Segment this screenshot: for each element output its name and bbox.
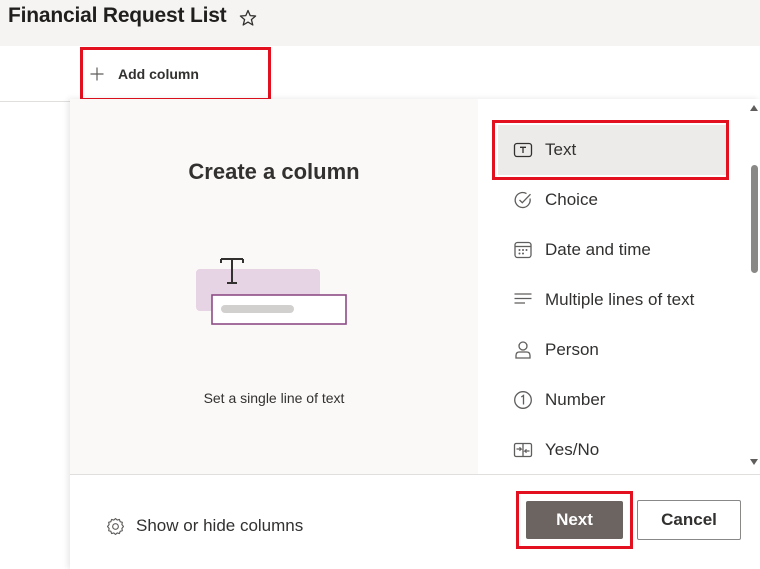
type-option-date-and-time[interactable]: Date and time: [498, 225, 726, 275]
calendar-icon: [514, 241, 532, 259]
type-option-choice[interactable]: Choice: [498, 175, 726, 225]
show-hide-columns-link[interactable]: Show or hide columns: [106, 516, 303, 536]
type-label: Text: [545, 140, 577, 159]
panel-title: Create a column: [188, 159, 360, 184]
add-column-button[interactable]: Add column: [80, 47, 271, 101]
next-highlight: Next: [516, 491, 633, 549]
person-icon: [515, 341, 531, 359]
type-label: Number: [545, 390, 606, 409]
type-label: Multiple lines of text: [545, 290, 695, 309]
lines-icon: [514, 293, 532, 304]
scroll-down-arrow-icon[interactable]: [750, 459, 758, 465]
scroll-up-arrow-icon[interactable]: [750, 105, 758, 111]
add-column-label: Add column: [118, 66, 199, 82]
toggle-icon: [513, 442, 533, 458]
type-label: Person: [545, 340, 599, 359]
plus-icon: [90, 67, 104, 81]
type-option-yes-no[interactable]: Yes/No: [498, 425, 726, 474]
column-preview: Create a column Set a single line of tex…: [70, 99, 478, 474]
text-icon: [513, 142, 533, 158]
title-bar: Financial Request List: [0, 0, 760, 46]
type-option-multiple-lines[interactable]: Multiple lines of text: [498, 275, 726, 325]
gear-icon: [106, 517, 125, 535]
create-column-panel: Create a column Set a single line of tex…: [70, 99, 760, 569]
type-option-person[interactable]: Person: [498, 325, 726, 375]
type-option-text[interactable]: Text: [498, 125, 726, 175]
panel-footer: Show or hide columns Next Cancel: [70, 474, 760, 569]
type-label: Date and time: [545, 240, 651, 259]
type-option-number[interactable]: Number: [498, 375, 726, 425]
cancel-button[interactable]: Cancel: [637, 500, 741, 540]
show-hide-label: Show or hide columns: [136, 516, 304, 535]
number-icon: [514, 391, 532, 409]
next-button[interactable]: Next: [526, 501, 623, 539]
checkmark-circle-icon: [514, 191, 531, 209]
list-title: Financial Request List: [8, 4, 227, 27]
star-outline-icon[interactable]: [238, 8, 258, 28]
text-field-illustration: [196, 258, 347, 325]
preview-description: Set a single line of text: [203, 390, 345, 406]
type-label: Yes/No: [545, 440, 600, 459]
column-type-list: Text Choice Date and time Multiple lines…: [478, 99, 746, 474]
list-canvas: [0, 102, 70, 569]
page: Financial Request List Add column Create…: [0, 0, 760, 569]
scroll-thumb[interactable]: [751, 165, 758, 273]
type-label: Choice: [545, 190, 598, 209]
type-list-scrollbar[interactable]: [746, 99, 760, 474]
